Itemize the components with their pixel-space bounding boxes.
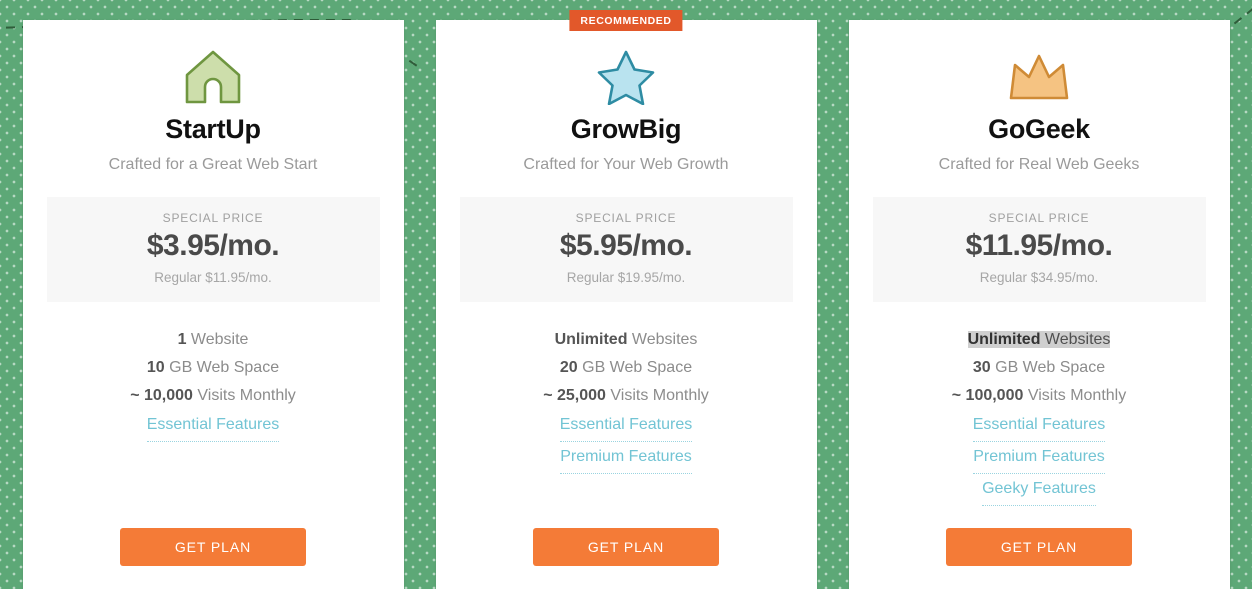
feature-list: 1 Website 10 GB Web Space ~ 10,000 Visits …: [47, 326, 380, 442]
price-box: SPECIAL PRICE $11.95/mo. Regular $34.95/…: [872, 197, 1206, 302]
feature-row: 20 GB Web Space: [460, 354, 793, 382]
get-plan-button[interactable]: GET PLAN: [946, 528, 1132, 566]
feature-link-row: Essential Features: [460, 410, 793, 442]
feature-link-row: Essential Features: [47, 410, 380, 442]
feature-row: ~ 10,000 Visits Monthly: [47, 382, 380, 410]
feature-text: GB Web Space: [577, 359, 693, 376]
recommended-badge: RECOMMENDED: [569, 10, 683, 31]
feature-link[interactable]: Essential Features: [146, 411, 280, 442]
price-regular: Regular $19.95/mo.: [566, 270, 686, 285]
price-label: SPECIAL PRICE: [162, 211, 264, 225]
cta-container: GET PLAN: [47, 528, 380, 589]
feature-text: Websites: [1040, 331, 1111, 348]
feature-row: 10 GB Web Space: [47, 354, 380, 382]
cta-container: GET PLAN: [873, 528, 1206, 589]
feature-value: Unlimited: [554, 331, 628, 348]
pricing-card-grid: StartUp Crafted for a Great Web Start SP…: [0, 0, 1252, 589]
feature-text: GB Web Space: [990, 359, 1106, 376]
feature-link[interactable]: Premium Features: [560, 443, 692, 474]
pricing-card-startup[interactable]: StartUp Crafted for a Great Web Start SP…: [22, 20, 404, 589]
feature-value: ~ 10,000: [130, 387, 193, 404]
price-label: SPECIAL PRICE: [988, 211, 1090, 225]
feature-text: Websites: [627, 331, 698, 348]
plan-name: GoGeek: [988, 114, 1090, 144]
feature-link[interactable]: Essential Features: [972, 411, 1106, 442]
feature-row: ~ 100,000 Visits Monthly: [873, 382, 1206, 410]
house-icon: [184, 46, 242, 108]
feature-row: ~ 25,000 Visits Monthly: [460, 382, 793, 410]
feature-value: ~ 25,000: [543, 387, 606, 404]
plan-tagline: Crafted for Your Web Growth: [523, 156, 729, 173]
price-amount: $5.95/mo.: [559, 229, 693, 262]
star-icon: [597, 46, 655, 108]
cta-container: GET PLAN: [460, 528, 793, 589]
pricing-card-gogeek[interactable]: GoGeek Crafted for Real Web Geeks SPECIA…: [848, 20, 1230, 589]
pricing-card-growbig[interactable]: RECOMMENDED GrowBig Crafted for Your Web…: [435, 10, 817, 589]
feature-text: Website: [186, 331, 249, 348]
feature-text: GB Web Space: [164, 359, 280, 376]
feature-row: 1 Website: [47, 326, 380, 354]
feature-list: Unlimited Websites 20 GB Web Space ~ 25,00…: [460, 326, 793, 474]
get-plan-button[interactable]: GET PLAN: [120, 528, 306, 566]
price-box: SPECIAL PRICE $5.95/mo. Regular $19.95/m…: [459, 197, 793, 302]
feature-value: ~ 100,000: [951, 387, 1024, 404]
price-amount: $3.95/mo.: [146, 229, 280, 262]
crown-icon: [1007, 46, 1071, 108]
feature-link[interactable]: Geeky Features: [982, 475, 1096, 506]
price-label: SPECIAL PRICE: [575, 211, 677, 225]
feature-row: Unlimited Websites: [873, 326, 1206, 354]
feature-row: Unlimited Websites: [460, 326, 793, 354]
price-regular: Regular $34.95/mo.: [979, 270, 1099, 285]
plan-name: GrowBig: [570, 114, 682, 144]
feature-list: Unlimited Websites 30 GB Web Space ~ 100,0…: [873, 326, 1206, 506]
price-box: SPECIAL PRICE $3.95/mo. Regular $11.95/m…: [46, 197, 380, 302]
feature-row: 30 GB Web Space: [873, 354, 1206, 382]
feature-value: Unlimited: [967, 331, 1041, 348]
plan-name: StartUp: [165, 114, 261, 144]
feature-value: 30: [972, 359, 991, 376]
feature-link-row: Essential Features: [873, 410, 1206, 442]
plan-tagline: Crafted for a Great Web Start: [108, 156, 318, 173]
feature-link-row: Premium Features: [873, 442, 1206, 474]
feature-link[interactable]: Essential Features: [559, 411, 693, 442]
price-amount: $11.95/mo.: [965, 229, 1113, 262]
feature-text: Visits Monthly: [605, 387, 709, 404]
feature-text: Visits Monthly: [192, 387, 296, 404]
price-regular: Regular $11.95/mo.: [154, 270, 272, 285]
plan-tagline: Crafted for Real Web Geeks: [938, 156, 1140, 173]
feature-text: Visits Monthly: [1023, 387, 1127, 404]
get-plan-button[interactable]: GET PLAN: [533, 528, 719, 566]
feature-link[interactable]: Premium Features: [973, 443, 1105, 474]
feature-link-row: Geeky Features: [873, 474, 1206, 506]
feature-link-row: Premium Features: [460, 442, 793, 474]
feature-value: 10: [146, 359, 165, 376]
feature-value: 20: [559, 359, 578, 376]
